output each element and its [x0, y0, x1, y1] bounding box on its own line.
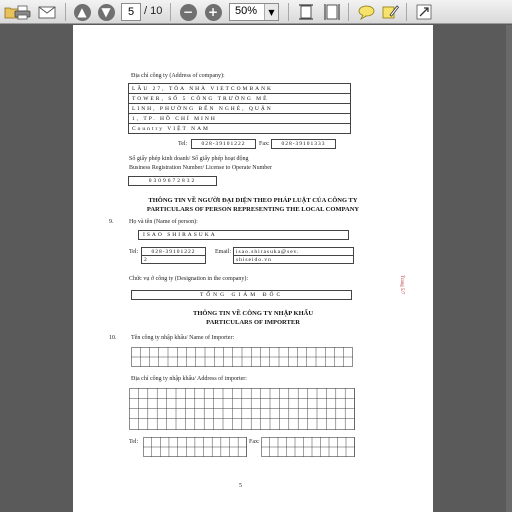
tel-label: Tel: [178, 141, 188, 147]
rep-tel-value: 028-39101222 [141, 247, 206, 256]
rep-tel-label: Tel: [129, 249, 139, 255]
importer-fax-grid [261, 437, 355, 457]
zoom-out-icon[interactable]: − [178, 2, 198, 22]
zoom-value: 50% [235, 5, 258, 17]
address-line-1: LẦU 27, TÒA NHÀ VIETCOMBANK [128, 83, 351, 94]
email-value-2: shiseido.vn [233, 255, 354, 264]
zoom-select[interactable]: 50% ▼ [229, 3, 279, 21]
side-stamp: Trang 5/7 [399, 275, 404, 295]
heading-importer-en: PARTICULARS OF IMPORTER [206, 319, 300, 326]
name-value: ISAO SHIRASUKA [138, 230, 349, 240]
vertical-scrollbar[interactable] [506, 25, 512, 512]
fullscreen-icon[interactable] [414, 2, 434, 22]
page-total: / 10 [144, 5, 163, 17]
fit-page-icon[interactable] [296, 2, 316, 22]
address-label: Địa chỉ công ty (Address of company): [131, 73, 225, 79]
item-9-number: 9. [109, 219, 114, 225]
importer-name-label: Tên công ty nhập khẩu/ Name of Importer: [131, 335, 235, 341]
address-line-5: Country VIỆT NAM [128, 123, 351, 134]
page-number-input[interactable]: 5 [121, 3, 141, 21]
print-icon[interactable] [12, 2, 32, 22]
license-value: 0309672832 [128, 176, 217, 186]
highlight-icon[interactable] [380, 2, 400, 22]
tel-value: 028-39101222 [191, 139, 256, 149]
importer-tel-grid [143, 437, 247, 457]
next-page-icon[interactable]: ▼ [96, 2, 116, 22]
previous-page-icon[interactable]: ▲ [72, 2, 92, 22]
address-line-2: TOWER, SỐ 5 CÔNG TRƯỜNG MÊ [128, 93, 351, 104]
chevron-down-icon[interactable]: ▼ [264, 4, 278, 20]
importer-fax-label: Fax: [249, 439, 260, 445]
page-number-footer: 5 [239, 483, 242, 489]
address-line-3: LINH, PHƯỜNG BẾN NGHÉ, QUẬN [128, 103, 351, 114]
document-viewport[interactable]: Địa chỉ công ty (Address of company): LẦ… [0, 25, 512, 512]
fax-grid: 028-39101333 [271, 139, 336, 149]
name-grid: ISAO SHIRASUKA [138, 230, 349, 240]
license-grid: 0309672832 [128, 176, 217, 186]
name-label: Họ và tên (Name of person): [129, 219, 198, 225]
rep-tel-grid: 028-39101222 2 [141, 247, 206, 264]
email-grid: isao.shirasuka@sev. shiseido.vn [233, 247, 354, 264]
comment-icon[interactable] [356, 2, 376, 22]
address-grid: LẦU 27, TÒA NHÀ VIETCOMBANK TOWER, SỐ 5 … [128, 83, 351, 134]
tel-grid: 028-39101222 [191, 139, 256, 149]
importer-name-grid [131, 347, 353, 367]
heading-importer-vn: THÔNG TIN VỀ CÔNG TY NHẬP KHẨU [192, 310, 314, 317]
heading-representative-en: PARTICULARS OF PERSON REPRESENTING THE L… [146, 206, 360, 213]
item-10-number: 10. [109, 335, 117, 341]
toolbar: ▲ ▼ 5 / 10 − + 50% ▼ [0, 0, 512, 24]
license-label-en: Business Registration Number/ License to… [129, 165, 272, 171]
email-value-1: isao.shirasuka@sev. [233, 247, 354, 256]
zoom-in-icon[interactable]: + [203, 2, 223, 22]
document-page: Địa chỉ công ty (Address of company): LẦ… [73, 25, 433, 512]
position-value: TỔNG GIÁM ĐỐC [131, 290, 352, 300]
fax-value: 028-39101333 [271, 139, 336, 149]
fax-label: Fax: [259, 141, 270, 147]
address-line-4: 1, TP. HỒ CHÍ MINH [128, 113, 351, 124]
email-icon[interactable] [37, 2, 57, 22]
importer-address-grid [129, 388, 355, 430]
email-label: Email: [215, 249, 231, 255]
position-label: Chức vụ ở công ty (Designation in the co… [129, 276, 249, 282]
license-label-vn: Số giấy phép kinh doanh/ Số giấy phép ho… [129, 156, 249, 162]
heading-representative-vn: THÔNG TIN VỀ NGƯỜI ĐẠI DIỆN THEO PHÁP LU… [148, 197, 358, 204]
rep-tel-ext: 2 [141, 255, 206, 264]
importer-tel-label: Tel: [129, 439, 139, 445]
importer-address-label: Địa chỉ công ty nhập khẩu/ Address of im… [131, 376, 247, 382]
fit-width-icon[interactable] [322, 2, 342, 22]
position-grid: TỔNG GIÁM ĐỐC [131, 290, 352, 300]
